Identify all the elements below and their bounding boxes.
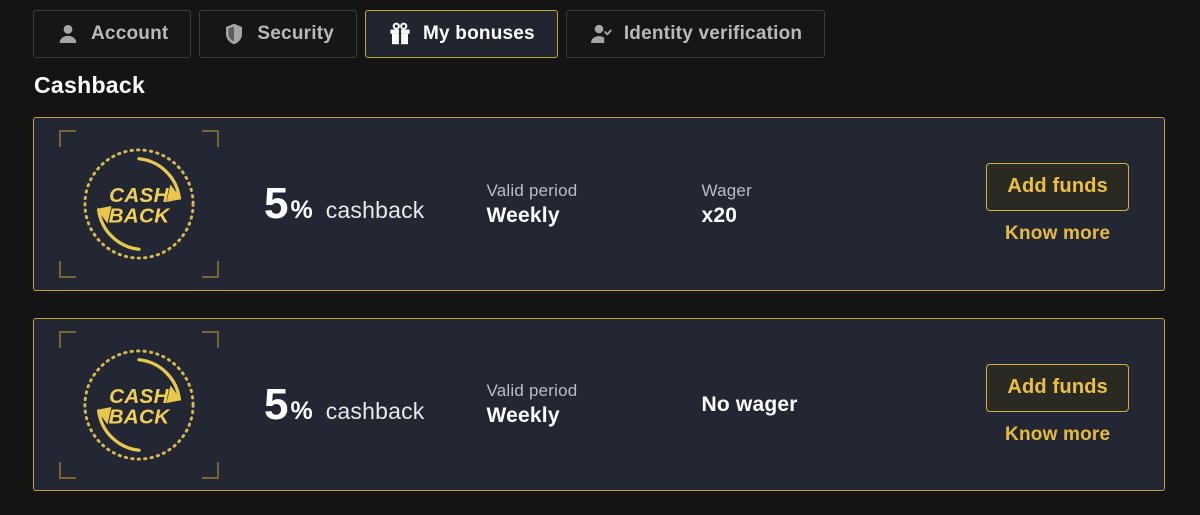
corner-bracket-icon bbox=[59, 261, 76, 278]
corner-bracket-icon bbox=[202, 261, 219, 278]
wager-label: Wager bbox=[701, 180, 752, 200]
card-actions: Add funds Know more bbox=[986, 163, 1129, 245]
tab-security[interactable]: Security bbox=[199, 10, 357, 58]
user-check-icon bbox=[589, 22, 613, 46]
tab-identity-verification[interactable]: Identity verification bbox=[565, 10, 826, 58]
cashback-card: CASH BACK 5 % cashback Valid period Week… bbox=[33, 318, 1165, 491]
cashback-percent: 5 % cashback bbox=[264, 379, 425, 429]
know-more-link[interactable]: Know more bbox=[1005, 424, 1110, 446]
tab-account[interactable]: Account bbox=[33, 10, 192, 58]
valid-period-value: Weekly bbox=[486, 404, 560, 427]
tab-label: Security bbox=[257, 23, 334, 44]
corner-bracket-icon bbox=[59, 130, 76, 147]
cashback-card: CASH BACK 5 % cashback Valid period Week… bbox=[33, 117, 1165, 291]
valid-period-label: Valid period bbox=[486, 381, 578, 400]
know-more-link[interactable]: Know more bbox=[1005, 223, 1110, 245]
bonuses-page: Account Security My bonuses Identity ver… bbox=[0, 0, 1200, 515]
svg-text:BACK: BACK bbox=[109, 405, 172, 428]
corner-bracket-icon bbox=[202, 330, 219, 348]
percent-value: 5 bbox=[264, 179, 289, 228]
gift-icon bbox=[388, 22, 412, 46]
tab-label: Account bbox=[91, 23, 169, 44]
wager-block: No wager bbox=[702, 381, 952, 429]
tab-label: My bonuses bbox=[423, 23, 535, 44]
shield-icon bbox=[222, 22, 246, 46]
percent-word: cashback bbox=[325, 197, 425, 223]
wager-value: No wager bbox=[701, 392, 798, 416]
svg-text:CASH: CASH bbox=[109, 184, 169, 207]
svg-text:CASH: CASH bbox=[109, 385, 169, 408]
cashback-logo: CASH BACK bbox=[59, 130, 219, 278]
card-actions: Add funds Know more bbox=[986, 363, 1129, 446]
percent-value: 5 bbox=[264, 379, 289, 429]
valid-period-label: Valid period bbox=[486, 180, 578, 200]
cashback-percent: 5 % cashback bbox=[264, 182, 425, 226]
cashback-badge-icon: CASH BACK bbox=[83, 148, 195, 260]
corner-bracket-icon bbox=[202, 130, 219, 147]
tab-my-bonuses[interactable]: My bonuses bbox=[365, 10, 558, 58]
corner-bracket-icon bbox=[59, 461, 76, 479]
wager-value: x20 bbox=[701, 203, 738, 227]
percent-symbol: % bbox=[290, 196, 313, 224]
valid-period-block: Valid period Weekly bbox=[487, 181, 702, 228]
page-title: Cashback bbox=[34, 72, 146, 98]
corner-bracket-icon bbox=[59, 330, 76, 348]
svg-text:BACK: BACK bbox=[109, 205, 172, 228]
percent-symbol: % bbox=[290, 396, 313, 425]
cashback-logo: CASH BACK bbox=[59, 330, 219, 479]
add-funds-button[interactable]: Add funds bbox=[986, 163, 1129, 211]
account-tabs: Account Security My bonuses Identity ver… bbox=[33, 10, 826, 58]
add-funds-button[interactable]: Add funds bbox=[986, 363, 1129, 412]
percent-word: cashback bbox=[325, 397, 425, 424]
cashback-badge-icon: CASH BACK bbox=[83, 348, 195, 461]
valid-period-block: Valid period Weekly bbox=[487, 381, 702, 428]
tab-label: Identity verification bbox=[623, 23, 803, 44]
valid-period-value: Weekly bbox=[486, 203, 560, 227]
corner-bracket-icon bbox=[202, 461, 219, 479]
user-icon bbox=[56, 22, 80, 46]
wager-block: Wager x20 bbox=[702, 181, 952, 228]
